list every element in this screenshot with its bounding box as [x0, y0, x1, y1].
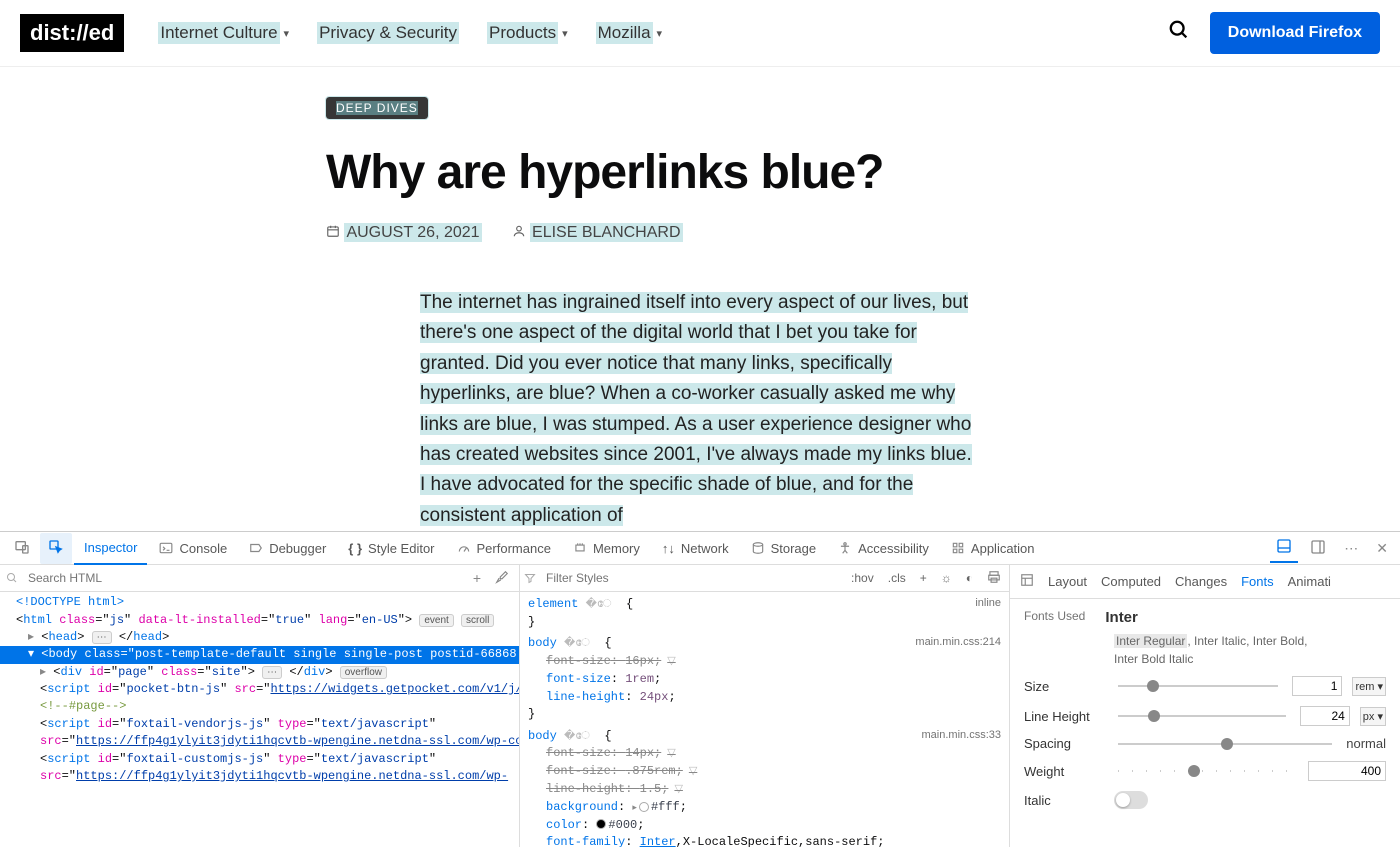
styles-pane: :hov .cls + ☼ ◐ element �േ {inline}body …	[520, 565, 1010, 847]
dom-tree[interactable]: <!DOCTYPE html> <html class="js" data-lt…	[0, 592, 519, 847]
close-devtools-icon[interactable]: ✕	[1370, 536, 1394, 561]
tab-accessibility[interactable]: Accessibility	[828, 533, 939, 564]
responsive-mode-button[interactable]	[6, 533, 38, 564]
site-header: dist://ed Internet Culture ▾ Privacy & S…	[0, 0, 1400, 67]
lineheight-unit[interactable]: px ▾	[1360, 707, 1386, 726]
html-tree-pane: + <!DOCTYPE html> <html class="js" data-…	[0, 565, 520, 847]
more-options-icon[interactable]: ⋯	[1338, 536, 1364, 561]
main-nav: Internet Culture ▾ Privacy & Security Pr…	[158, 22, 662, 44]
chevron-down-icon: ▾	[657, 27, 663, 40]
nav-mozilla[interactable]: Mozilla ▾	[596, 22, 662, 44]
lineheight-input[interactable]	[1300, 706, 1350, 726]
tab-fonts[interactable]: Fonts	[1241, 574, 1274, 589]
nav-privacy-security[interactable]: Privacy & Security	[317, 22, 459, 44]
dark-theme-button[interactable]: ◐	[962, 569, 977, 587]
dock-side-icon[interactable]	[1304, 535, 1332, 562]
weight-control: Weight	[1024, 761, 1386, 781]
dock-bottom-icon[interactable]	[1270, 534, 1298, 563]
line-height-control: Line Height px ▾	[1024, 706, 1386, 726]
tab-storage[interactable]: Storage	[741, 533, 827, 564]
funnel-icon	[524, 572, 536, 584]
weight-input[interactable]	[1308, 761, 1386, 781]
font-variants-2: Inter Bold Italic	[1114, 652, 1386, 666]
chevron-down-icon: ▾	[284, 27, 290, 40]
size-slider[interactable]	[1118, 685, 1278, 687]
hov-button[interactable]: :hov	[847, 569, 878, 587]
article-body: The internet has ingrained itself into e…	[326, 288, 976, 531]
tab-style-editor[interactable]: { }Style Editor	[338, 533, 444, 564]
devtools-panel: Inspector Console Debugger { }Style Edit…	[0, 531, 1400, 847]
font-size-control: Size rem ▾	[1024, 676, 1386, 696]
fonts-used-label: Fonts Used	[1024, 609, 1085, 626]
tab-memory[interactable]: Memory	[563, 533, 650, 564]
font-family-name: Inter	[1105, 609, 1138, 626]
nav-products[interactable]: Products ▾	[487, 22, 568, 44]
lineheight-slider[interactable]	[1118, 715, 1286, 717]
article: DEEP DIVES Why are hyperlinks blue? AUGU…	[0, 67, 1080, 531]
category-tag[interactable]: DEEP DIVES	[326, 97, 428, 119]
print-media-button[interactable]	[983, 568, 1005, 589]
selected-node[interactable]: ▾ <body class="post-template-default sin…	[0, 646, 519, 663]
site-logo[interactable]: dist://ed	[20, 14, 124, 52]
devtools-tabs: Inspector Console Debugger { }Style Edit…	[0, 532, 1400, 565]
italic-control: Italic	[1024, 791, 1386, 809]
font-variants: Inter Regular, Inter Italic, Inter Bold,	[1114, 634, 1386, 648]
search-icon	[6, 572, 18, 584]
eyedropper-button[interactable]	[491, 568, 513, 589]
side-pane: Layout Computed Changes Fonts Animati Fo…	[1010, 565, 1400, 847]
search-icon[interactable]	[1168, 19, 1190, 47]
tab-application[interactable]: Application	[941, 533, 1045, 564]
cls-button[interactable]: .cls	[884, 569, 910, 587]
search-html-input[interactable]	[24, 567, 463, 589]
tab-network[interactable]: ↑↓Network	[652, 533, 739, 564]
download-firefox-button[interactable]: Download Firefox	[1210, 12, 1380, 54]
article-author: ELISE BLANCHARD	[512, 224, 683, 242]
filter-styles-input[interactable]	[542, 567, 841, 589]
spacing-slider[interactable]	[1118, 743, 1332, 745]
article-date: AUGUST 26, 2021	[326, 224, 482, 242]
article-meta: AUGUST 26, 2021 ELISE BLANCHARD	[326, 224, 1080, 242]
tab-debugger[interactable]: Debugger	[239, 533, 336, 564]
tab-layout[interactable]: Layout	[1048, 574, 1087, 589]
size-input[interactable]	[1292, 676, 1342, 696]
weight-slider[interactable]	[1118, 770, 1294, 772]
add-rule-button[interactable]: +	[916, 569, 931, 587]
element-picker-button[interactable]	[40, 533, 72, 564]
tab-computed[interactable]: Computed	[1101, 574, 1161, 589]
article-title: Why are hyperlinks blue?	[326, 145, 1080, 200]
size-unit[interactable]: rem ▾	[1352, 677, 1386, 696]
tab-performance[interactable]: Performance	[447, 533, 561, 564]
tab-animations[interactable]: Animati	[1288, 574, 1331, 589]
layout-view-icon[interactable]	[1020, 573, 1034, 590]
tab-console[interactable]: Console	[149, 533, 237, 564]
chevron-down-icon: ▾	[562, 27, 568, 40]
nav-internet-culture[interactable]: Internet Culture ▾	[158, 22, 289, 44]
italic-toggle[interactable]	[1114, 791, 1148, 809]
add-node-button[interactable]: +	[469, 568, 485, 588]
spacing-control: Spacing normal	[1024, 736, 1386, 751]
tab-inspector[interactable]: Inspector	[74, 532, 147, 565]
tab-changes[interactable]: Changes	[1175, 574, 1227, 589]
spacing-value: normal	[1346, 736, 1386, 751]
light-theme-button[interactable]: ☼	[937, 569, 956, 587]
